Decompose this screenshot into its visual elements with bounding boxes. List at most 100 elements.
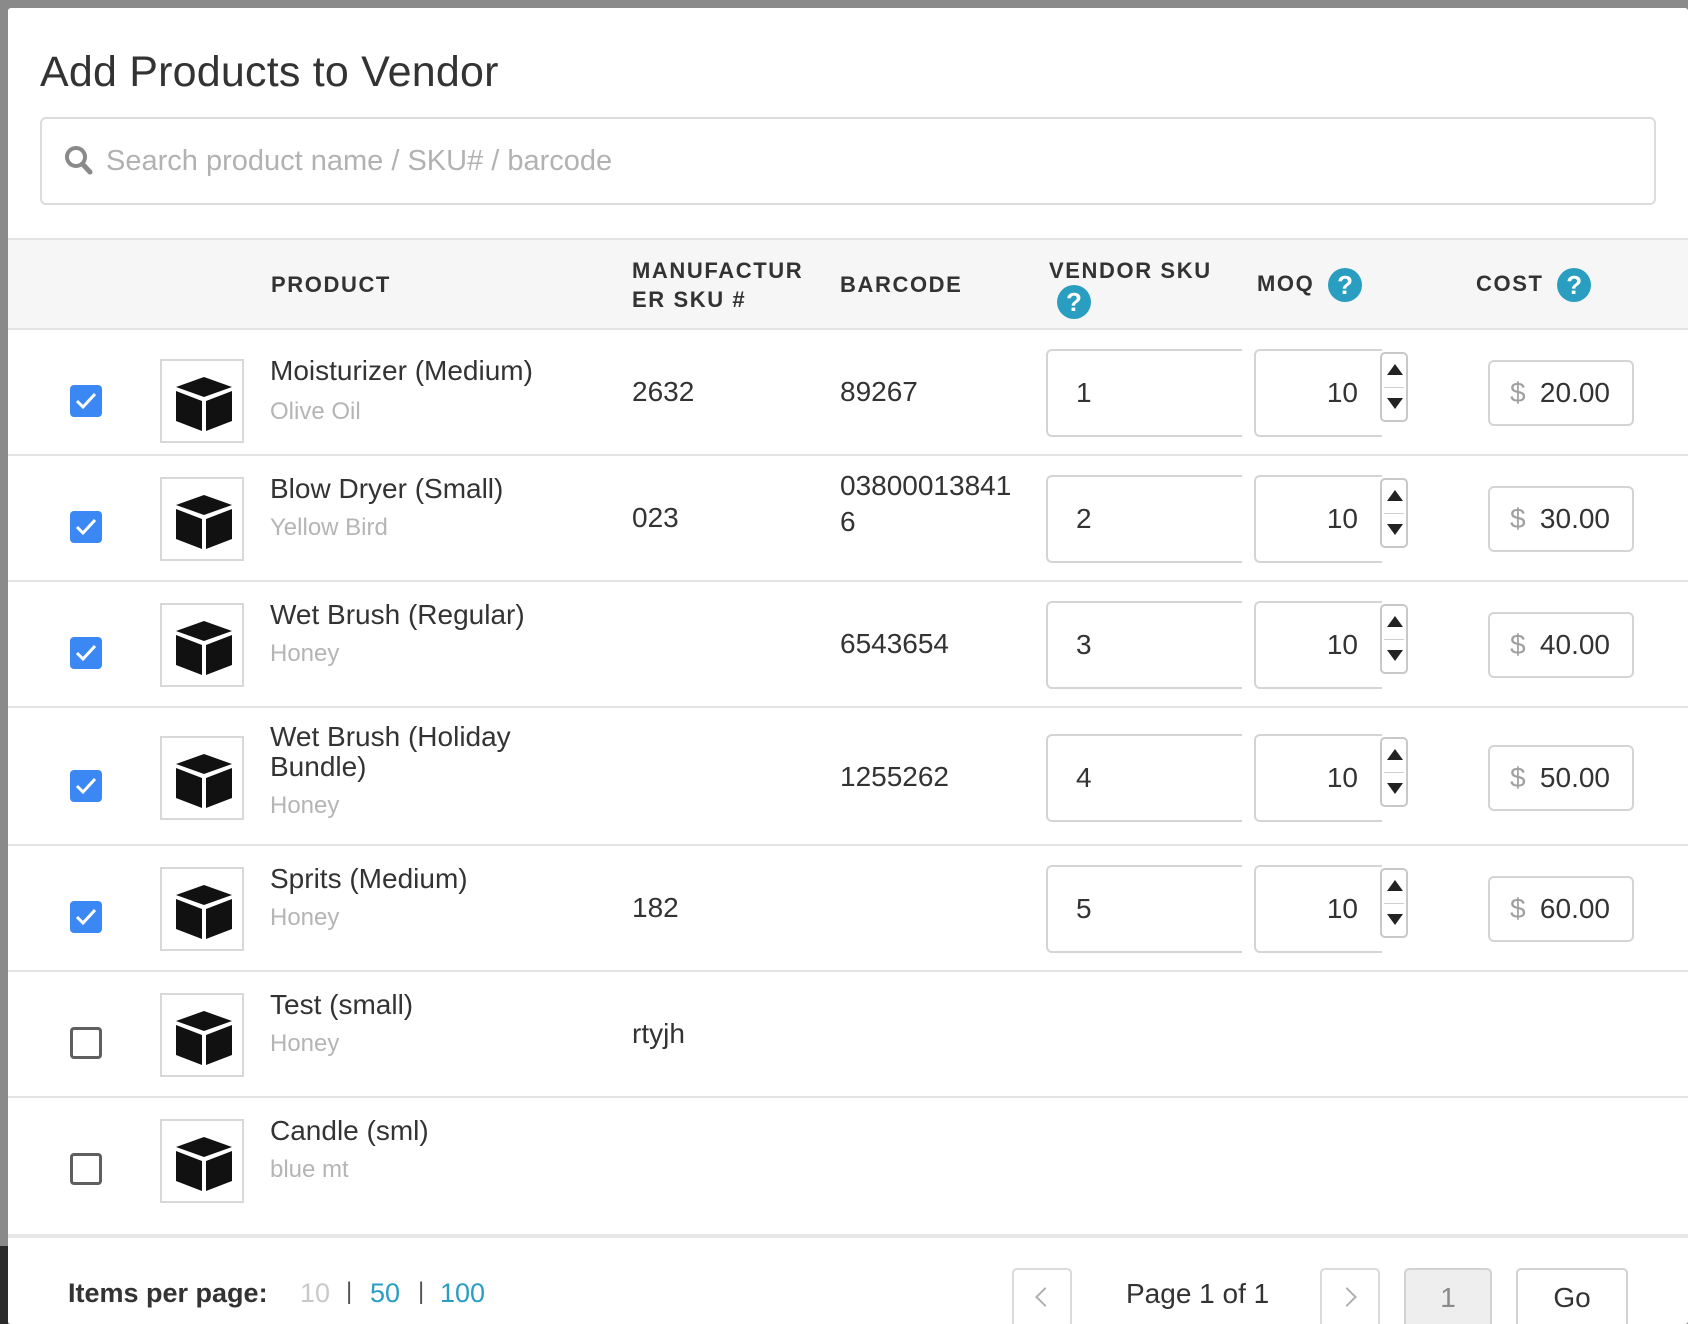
cost-input[interactable]: $ 50.00 [1488, 745, 1634, 811]
moq-input[interactable]: 10 [1254, 475, 1382, 563]
manufacturer-sku: rtyjh [632, 1018, 685, 1049]
product-variant: Honey [270, 640, 340, 667]
barcode-line: 03800013841 [840, 470, 1012, 501]
product-thumbnail [160, 736, 244, 820]
table-row: Moisturizer (Medium) Olive Oil 2632 8926… [8, 330, 1688, 456]
increment-arrow-icon[interactable] [1387, 364, 1403, 375]
product-variant: blue mt [270, 1156, 349, 1183]
product-thumbnail [160, 1119, 244, 1203]
product-variant: Honey [270, 1030, 340, 1057]
moq-input[interactable]: 10 [1254, 349, 1382, 437]
cost-value: 40.00 [1539, 629, 1610, 660]
vendor-sku-input[interactable]: 3 [1046, 601, 1242, 689]
column-header-moq-label: MOQ [1257, 270, 1315, 296]
product-variant: Honey [270, 792, 340, 819]
manufacturer-sku: 2632 [632, 376, 695, 407]
increment-arrow-icon[interactable] [1387, 490, 1403, 501]
barcode-line: 6 [840, 506, 856, 537]
cost-value: 30.00 [1539, 503, 1610, 534]
vendor-sku-input[interactable]: 4 [1046, 734, 1242, 822]
column-header-cost: COST ? [1476, 268, 1592, 302]
cost-input[interactable]: $ 40.00 [1488, 612, 1634, 678]
product-variant: Honey [270, 904, 340, 931]
column-header-manufacturer-sku: MANUFACTUR ER SKU # [632, 256, 803, 314]
per-page-option-100[interactable]: 100 [440, 1278, 485, 1309]
per-page-option-50[interactable]: 50 [370, 1278, 400, 1309]
column-header-vendor-sku-label: VENDOR SKU [1049, 258, 1212, 283]
box-icon [176, 1011, 232, 1065]
column-header-vendor-sku: VENDOR SKU ? [1049, 256, 1212, 319]
decrement-arrow-icon[interactable] [1387, 783, 1403, 794]
column-header-barcode: BARCODE [840, 272, 963, 297]
column-header-manufacturer-sku-line1: MANUFACTUR [632, 258, 804, 283]
barcode: 1255262 [840, 759, 949, 795]
moq-input[interactable]: 10 [1254, 865, 1382, 953]
product-thumbnail [160, 477, 244, 561]
row-checkbox[interactable] [70, 637, 102, 669]
box-icon [176, 1137, 232, 1191]
pagination-footer: Items per page: 10 | 50 | 100 Page 1 of … [8, 1234, 1688, 1324]
row-checkbox[interactable] [70, 1153, 102, 1185]
moq-help-icon[interactable]: ? [1328, 268, 1363, 302]
vendor-sku-input[interactable]: 2 [1046, 475, 1242, 563]
cost-input[interactable]: $ 20.00 [1488, 360, 1634, 426]
previous-page-button[interactable] [1012, 1268, 1072, 1324]
currency-symbol: $ [1510, 377, 1526, 408]
product-name: Sprits (Medium) [270, 863, 468, 894]
decrement-arrow-icon[interactable] [1387, 524, 1403, 535]
increment-arrow-icon[interactable] [1387, 749, 1403, 760]
table-header: PRODUCT MANUFACTUR ER SKU # BARCODE VEND… [8, 238, 1688, 330]
search-input[interactable] [106, 133, 1626, 189]
column-header-product: PRODUCT [271, 272, 391, 297]
increment-arrow-icon[interactable] [1387, 616, 1403, 627]
cost-value: 50.00 [1539, 762, 1610, 793]
search-field[interactable] [40, 117, 1656, 205]
cost-input[interactable]: $ 30.00 [1488, 486, 1634, 552]
product-name: Moisturizer (Medium) [270, 355, 533, 386]
moq-stepper[interactable] [1380, 352, 1408, 422]
box-icon [176, 754, 232, 808]
table-row: Wet Brush (Regular) Honey 6543654 3 10 $… [8, 582, 1688, 708]
add-products-dialog: Add Products to Vendor PRODUCT MANUFACTU… [8, 8, 1688, 1324]
row-checkbox[interactable] [70, 901, 102, 933]
cost-value: 60.00 [1539, 893, 1610, 924]
moq-stepper[interactable] [1380, 604, 1408, 674]
product-thumbnail [160, 993, 244, 1077]
product-name: Wet Brush (Holiday Bundle) [270, 722, 570, 782]
row-checkbox[interactable] [70, 770, 102, 802]
row-checkbox[interactable] [70, 385, 102, 417]
cost-value: 20.00 [1539, 377, 1610, 408]
next-page-button[interactable] [1320, 1268, 1380, 1324]
barcode: 89267 [840, 374, 918, 410]
per-page-option-10: 10 [300, 1278, 331, 1308]
cost-input[interactable]: $ 60.00 [1488, 876, 1634, 942]
table-row: Blow Dryer (Small) Yellow Bird 023 03800… [8, 456, 1688, 582]
barcode-line: 6543654 [840, 628, 950, 659]
moq-stepper[interactable] [1380, 737, 1408, 807]
vendor-sku-input[interactable]: 1 [1046, 349, 1242, 437]
moq-input[interactable]: 10 [1254, 601, 1382, 689]
cost-help-icon[interactable]: ? [1557, 268, 1592, 302]
checkmark-icon [75, 777, 97, 795]
increment-arrow-icon[interactable] [1387, 880, 1403, 891]
decrement-arrow-icon[interactable] [1387, 398, 1403, 409]
product-thumbnail [160, 867, 244, 951]
box-icon [176, 621, 232, 675]
barcode: 03800013841 6 [840, 468, 1011, 540]
decrement-arrow-icon[interactable] [1387, 914, 1403, 925]
vendor-sku-help-icon[interactable]: ? [1057, 285, 1091, 319]
product-thumbnail [160, 359, 244, 443]
vendor-sku-input[interactable]: 5 [1046, 865, 1242, 953]
go-button[interactable]: Go [1516, 1268, 1628, 1324]
manufacturer-sku: 182 [632, 892, 679, 923]
row-checkbox[interactable] [70, 511, 102, 543]
checkmark-icon [75, 908, 97, 926]
decrement-arrow-icon[interactable] [1387, 650, 1403, 661]
moq-stepper[interactable] [1380, 868, 1408, 938]
product-name: Candle (sml) [270, 1115, 429, 1146]
page-number-input[interactable]: 1 [1404, 1268, 1492, 1324]
row-checkbox[interactable] [70, 1027, 102, 1059]
moq-stepper[interactable] [1380, 478, 1408, 548]
moq-input[interactable]: 10 [1254, 734, 1382, 822]
product-name: Test (small) [270, 989, 414, 1020]
